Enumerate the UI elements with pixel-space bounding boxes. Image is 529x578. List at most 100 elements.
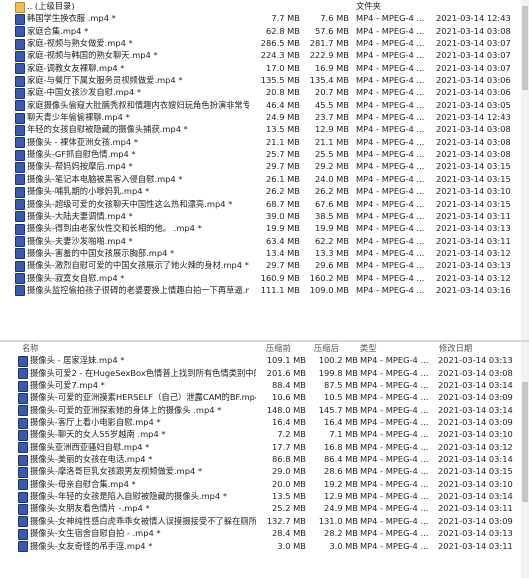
- file-row[interactable]: 摄像头-哺乳期的小嗲妈乳.mp4 * 26.2 MB 26.2 MB MP4 - MP…: [0, 185, 521, 198]
- file-name: 摄像头-女友奇怪的吊手淫.mp4 *: [30, 540, 153, 551]
- top-scrollbar-thumb[interactable]: [522, 6, 528, 90]
- video-file-icon: [15, 112, 25, 124]
- file-row[interactable]: 摄像头亚洲西亚骚妇自慰.mp4 * 17.7 MB 16.8 MB MP4 - MPE…: [0, 441, 521, 454]
- file-row[interactable]: 摄像头-可爱的亚洲摸素HERSELF（自己）泄露CAM的BF.mp4 * 10.6…: [0, 391, 521, 404]
- file-name: 摄像头 - 居家淫妹.mp4 *: [30, 355, 125, 366]
- file-row[interactable]: 韩国学生换衣服 .mp4 * 7.7 MB 7.6 MB MP4 - MPEG-4 .…: [0, 12, 521, 25]
- file-modified-date: 2021-03-14 03:07: [436, 62, 511, 73]
- file-size: 160.9 MB: [260, 272, 300, 283]
- file-name: 摄像头-摩洛哥巨乳女孩跟男友视频做爱.mp4 *: [30, 466, 203, 477]
- file-row[interactable]: 家庭-与餐厅下属女服务员视频做爱.mp4 * 135.5 MB 135.4 MB MP…: [0, 74, 521, 87]
- file-type: MP4 - MPEG-4 ...: [356, 235, 425, 246]
- file-size: 86.8 MB: [272, 454, 306, 465]
- file-name: 摄像头-女生宿舍自慰自拍 - .mp4 *: [30, 528, 161, 539]
- file-row[interactable]: 摄像头-得到由老家伙性交和长相的他。 .mp4 * 19.9 MB 19.9 MB M…: [0, 222, 521, 235]
- file-row[interactable]: 摄像头-女生宿舍自慰自拍 - .mp4 * 28.4 MB 28.2 MB MP4 -…: [0, 527, 521, 540]
- file-type: MP4 - MPEG-4 ...: [356, 247, 425, 258]
- file-row[interactable]: 摄像头-美丽的女孩在电话.mp4 * 86.8 MB 86.4 MB MP4 - MP…: [0, 453, 521, 466]
- file-packed-size: 25.5 MB: [315, 149, 349, 160]
- file-row[interactable]: 家庭-视频与韩国的熟女聊天.mp4 * 224.3 MB 222.9 MB MP4 -…: [0, 49, 521, 62]
- file-modified-date: 2021-03-14 03:13: [438, 528, 513, 539]
- video-file-icon: [15, 149, 25, 161]
- video-file-icon: [18, 466, 28, 478]
- file-row[interactable]: 摄像头-大陆夫妻调情.mp4 * 39.0 MB 38.5 MB MP4 - MPEG…: [0, 210, 521, 223]
- file-row[interactable]: 摄像头-寂寞女自慰.mp4 * 160.9 MB 160.2 MB MP4 - MPE…: [0, 272, 521, 285]
- file-row[interactable]: 摄像头-摩洛哥巨乳女孩跟男友视频做爱.mp4 * 29.0 MB 28.6 MB MP…: [0, 465, 521, 478]
- file-name: 家庭-视频与韩国的熟女聊天.mp4 *: [27, 50, 158, 61]
- file-row[interactable]: 家庭-视频与熟女做爱.mp4 * 286.5 MB 281.7 MB MP4 - MP…: [0, 37, 521, 50]
- file-row[interactable]: 摄像头-母亲自慰合集.mp4 * 20.0 MB 19.2 MB MP4 - MPEG…: [0, 478, 521, 491]
- column-header-name[interactable]: 名称: [22, 342, 39, 354]
- file-packed-size: 199.8 MB: [318, 367, 358, 378]
- file-size: 20.0 MB: [272, 478, 306, 489]
- file-size: 17.7 MB: [272, 441, 306, 452]
- file-size: 148.0 MB: [266, 404, 306, 415]
- file-row[interactable]: 摄像头可爱7.mp4 * 88.4 MB 87.5 MB MP4 - MPEG-4 .…: [0, 379, 521, 392]
- file-row[interactable]: 摄像头-超级可爱的女孩聊天中国性这么热和漂亮.mp4 * 68.7 MB 67.6 …: [0, 198, 521, 210]
- file-size: 29.0 MB: [272, 466, 306, 477]
- column-header-size[interactable]: 压缩前: [266, 342, 291, 354]
- file-row[interactable]: 摄像头可爱2 - 在HugeSexBox色情普上找到所有色情类别中的... 201…: [0, 367, 521, 380]
- file-type: MP4 - MPEG-4 ...: [356, 198, 425, 209]
- file-modified-date: 2021-03-14 03:16: [436, 284, 511, 295]
- file-modified-date: 2021-03-14 03:07: [436, 50, 511, 61]
- file-row[interactable]: 摄像头-GF抓自慰色情.mp4 * 25.7 MB 25.5 MB MP4 - MPE…: [0, 148, 521, 161]
- file-row[interactable]: 摄像头-激烈自慰可爱的中国女孩展示了她火辣的身材.mp4 * 29.7 MB 29.…: [0, 259, 521, 272]
- file-row[interactable]: 年轻的女孩自慰被隐藏的摄像头捕获.mp4 * 13.5 MB 12.9 MB MP4 …: [0, 123, 521, 136]
- file-type: MP4 - MPEG-4 ...: [356, 124, 425, 135]
- file-modified-date: 2021-03-14 03:08: [438, 367, 513, 378]
- file-type: MP4 - MPEG-4 ...: [360, 367, 429, 378]
- video-file-icon: [18, 368, 28, 380]
- file-row[interactable]: 摄像头-客厅上看小电影自慰.mp4 * 16.4 MB 16.4 MB MP4 - M…: [0, 416, 521, 429]
- video-file-icon: [15, 87, 25, 99]
- file-row[interactable]: 摄像头-笔记本电脑被黑客入侵自慰.mp4 * 26.1 MB 24.0 MB MP4 …: [0, 173, 521, 186]
- file-row[interactable]: 摄像头-夫妻沙发啪啪.mp4 * 63.4 MB 62.2 MB MP4 - MPEG…: [0, 235, 521, 248]
- file-row[interactable]: 摄像头-害羞的中国女孩展示胸部.mp4 * 13.4 MB 13.3 MB MP4 -…: [0, 247, 521, 260]
- file-packed-size: 62.2 MB: [315, 235, 349, 246]
- video-file-icon: [15, 13, 25, 25]
- file-row[interactable]: 摄像头-女友奇怪的吊手淫.mp4 * 3.0 MB 3.0 MB MP4 - MPEG…: [0, 540, 521, 552]
- file-packed-size: 19.9 MB: [315, 223, 349, 234]
- file-type: MP4 - MPEG-4 ...: [360, 429, 429, 440]
- video-file-icon: [15, 223, 25, 235]
- file-row[interactable]: 摄像头 - 裸体亚洲女孩.mp4 * 21.1 MB 21.1 MB MP4 - MP…: [0, 136, 521, 149]
- file-packed-size: 12.9 MB: [315, 124, 349, 135]
- file-type: MP4 - MPEG-4 ...: [356, 62, 425, 73]
- file-row[interactable]: 摄像头-聊天的女人55岁越南 .mp4 * 7.2 MB 7.1 MB MP4 - M…: [0, 428, 521, 441]
- file-name: 聊天青少年偷偷裸聊.mp4 *: [27, 112, 130, 123]
- video-file-icon: [15, 260, 25, 272]
- video-file-icon: [15, 248, 25, 260]
- file-row[interactable]: 摄像头-帮妈妈按摩后.mp4 * 29.7 MB 29.2 MB MP4 - MPEG…: [0, 160, 521, 173]
- file-modified-date: 2021-03-14 03:10: [436, 186, 511, 197]
- file-modified-date: 2021-03-14 03:14: [438, 454, 513, 465]
- file-row[interactable]: 摄像头-女朋友看色情片 -.mp4 * 25.2 MB 24.9 MB MP4 - M…: [0, 502, 521, 515]
- file-modified-date: 2021-03-14 03:12: [438, 441, 513, 452]
- video-file-icon: [18, 541, 28, 552]
- file-row[interactable]: 家庭-中国女孩沙发自慰.mp4 * 20.8 MB 20.7 MB MP4 - MPE…: [0, 86, 521, 99]
- parent-directory-row[interactable]: .. (上级目录) 文件夹: [0, 0, 521, 13]
- file-row[interactable]: 摄像头-女神纯性感白虎乖乖女被情人误摸摄接受不了躲在厕所... 132.7 MB 1…: [0, 515, 521, 528]
- file-row[interactable]: 家庭摄像头偷窥大肚腩秃叔和情趣内衣嫂妇玩角色扮演非常专业.... 46.4 MB 4…: [0, 99, 521, 112]
- file-packed-size: 87.5 MB: [324, 380, 358, 391]
- bottom-scrollbar[interactable]: [521, 342, 529, 578]
- file-type: MP4 - MPEG-4 ...: [356, 99, 425, 110]
- file-row[interactable]: 摄像头-可爱的亚洲探索她的身体上的摄像头 .mp4 * 148.0 MB 145.7…: [0, 404, 521, 417]
- video-file-icon: [15, 75, 25, 87]
- column-header-date[interactable]: 修改日期: [439, 342, 472, 354]
- file-packed-size: 16.4 MB: [324, 417, 358, 428]
- column-header-type[interactable]: 类型: [360, 342, 377, 354]
- column-header-packed[interactable]: 压缩后: [314, 342, 339, 354]
- file-modified-date: 2021-03-14 03:08: [436, 124, 511, 135]
- file-row[interactable]: 摄像头监控偷拍孩子很碍的老婆要换上情趣白拍一下再草逼.mp4 ... 111.1 …: [0, 284, 521, 297]
- file-row[interactable]: 家庭合集.mp4 * 62.8 MB 57.6 MB MP4 - MPEG-4 ...…: [0, 25, 521, 38]
- file-modified-date: 2021-03-14 03:06: [436, 87, 511, 98]
- file-row[interactable]: 聊天青少年偷偷裸聊.mp4 * 24.9 MB 23.7 MB MP4 - MPEG-…: [0, 111, 521, 124]
- file-row[interactable]: 摄像头 - 居家淫妹.mp4 * 109.1 MB 100.2 MB MP4 - MP…: [0, 354, 521, 367]
- file-row[interactable]: 摄像头-年轻的女孩是陷入自慰被隐藏的摄像头.mp4 * 13.5 MB 12.9 M…: [0, 490, 521, 503]
- file-packed-size: 57.6 MB: [315, 25, 349, 36]
- file-row[interactable]: 家庭-调教女友裸聊.mp4 * 17.0 MB 16.9 MB MP4 - MPEG-…: [0, 62, 521, 75]
- top-scrollbar[interactable]: [521, 0, 529, 340]
- file-name: 家庭-调教女友裸聊.mp4 *: [27, 62, 125, 73]
- bottom-scrollbar-thumb[interactable]: [522, 382, 528, 502]
- file-packed-size: 26.2 MB: [315, 186, 349, 197]
